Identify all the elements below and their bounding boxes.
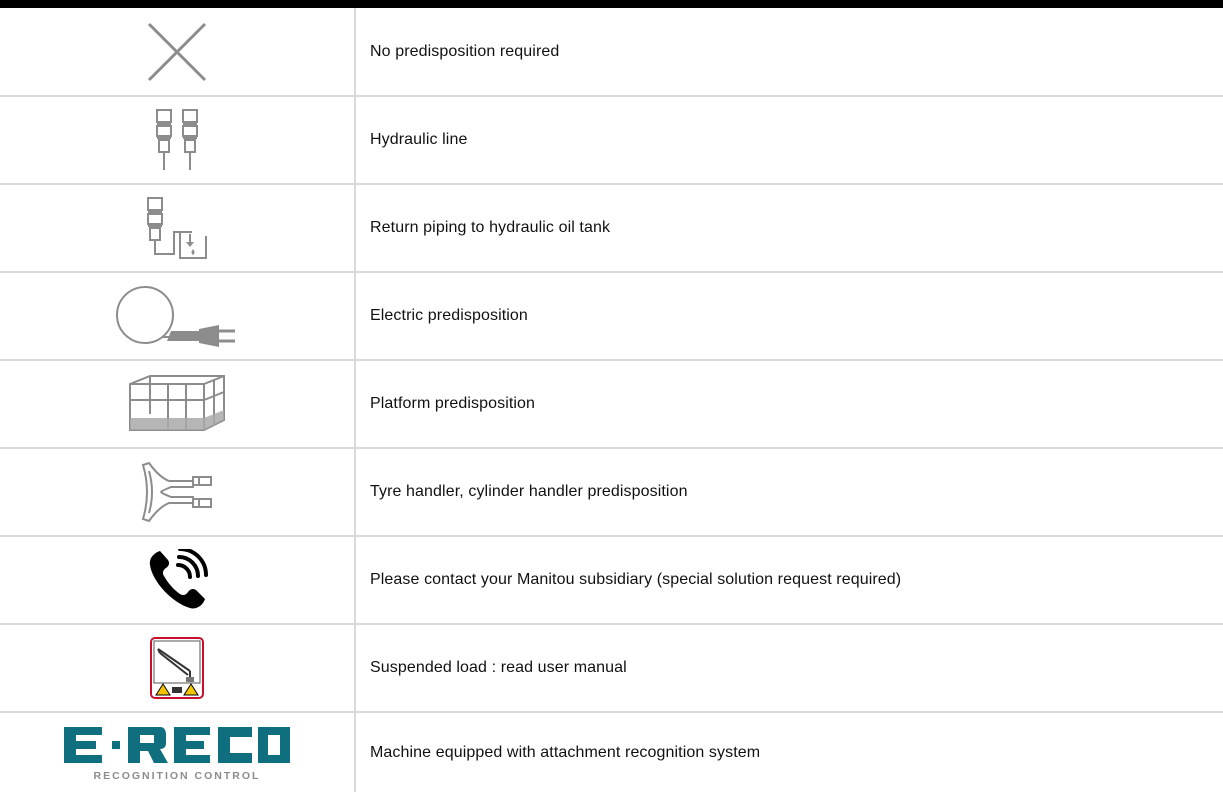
table-row: Tyre handler, cylinder handler predispos… <box>0 448 1223 537</box>
return-piping-tank-icon <box>147 197 207 259</box>
row-description: Suspended load : read user manual <box>355 624 1223 713</box>
hydraulic-line-icon <box>156 109 198 170</box>
table-row: Platform predisposition <box>0 360 1223 449</box>
row-description: Return piping to hydraulic oil tank <box>355 184 1223 273</box>
table-row: Please contact your Manitou subsidiary (… <box>0 536 1223 625</box>
row-description: Machine equipped with attachment recogni… <box>370 743 761 761</box>
suspended-load-warning-icon <box>150 637 204 699</box>
cross-icon <box>147 22 207 81</box>
table-row: Hydraulic line <box>0 96 1223 185</box>
row-description: No predisposition required <box>355 8 1223 97</box>
table-row: Return piping to hydraulic oil tank <box>0 184 1223 273</box>
electric-plug-icon <box>116 286 235 347</box>
top-bar <box>0 0 1223 8</box>
tyre-handler-icon <box>141 461 212 523</box>
ereco-tagline: RECOGNITION CONTROL <box>94 770 261 782</box>
row-description: Electric predisposition <box>355 272 1223 361</box>
row-description: Please contact your Manitou subsidiary (… <box>355 536 1223 625</box>
legend-table: No predisposition required Hydraulic lin… <box>0 8 1223 792</box>
phone-icon <box>149 549 208 609</box>
table-row: Suspended load : read user manual <box>0 624 1223 713</box>
table-row: Electric predisposition <box>0 272 1223 361</box>
ereco-logo: RECOGNITION CONTROL <box>64 726 290 782</box>
row-description: Tyre handler, cylinder handler predispos… <box>355 448 1223 537</box>
table-row: RECOGNITION CONTROL Machine equipped wit… <box>0 712 1223 792</box>
row-description: Platform predisposition <box>355 360 1223 449</box>
table-row: No predisposition required <box>0 8 1223 97</box>
row-description: Hydraulic line <box>355 96 1223 185</box>
platform-icon <box>129 375 225 431</box>
